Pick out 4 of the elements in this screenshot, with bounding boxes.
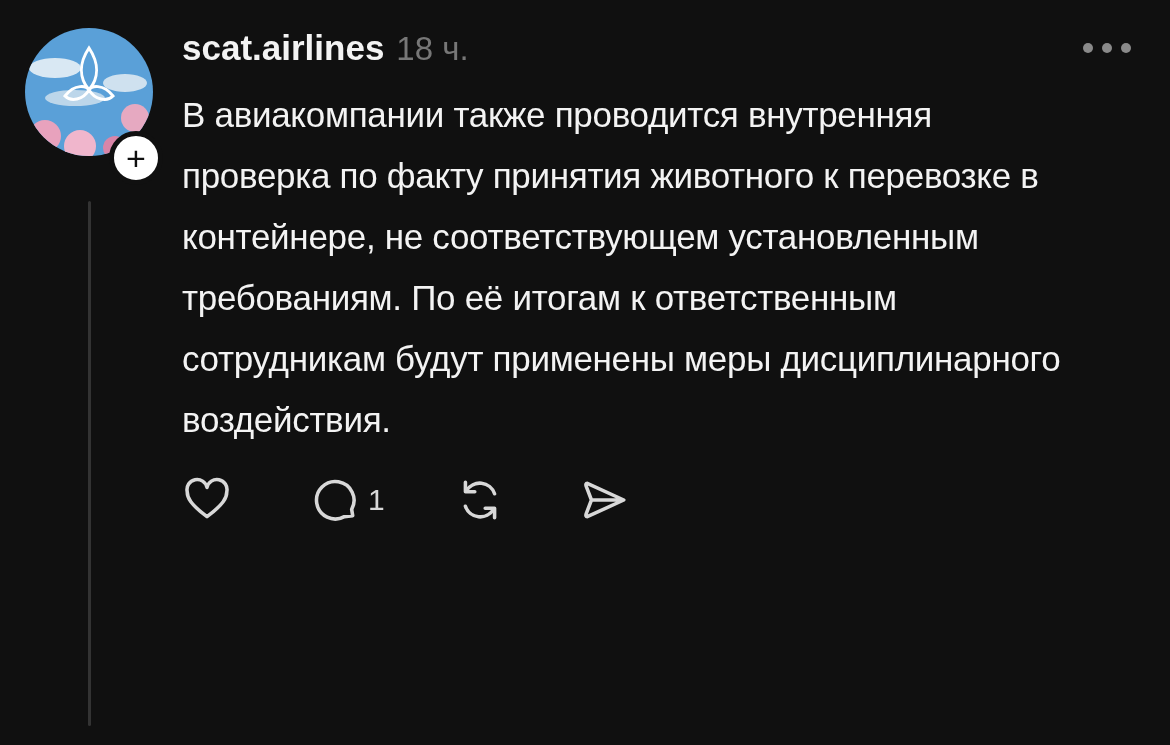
- post-text: В авиакомпании также проводится внутренняя проверка по факту принятия животного к перевозке в контейнере, не соответствующем установленным требованиям. По её итогам к ответственным сотрудникам будут применены меры дисциплинарного воздействия.: [182, 94, 1062, 441]
- username[interactable]: scat.airlines: [182, 28, 385, 68]
- reply-button[interactable]: 1: [310, 475, 385, 525]
- post-time: 18 ч.: [396, 30, 469, 68]
